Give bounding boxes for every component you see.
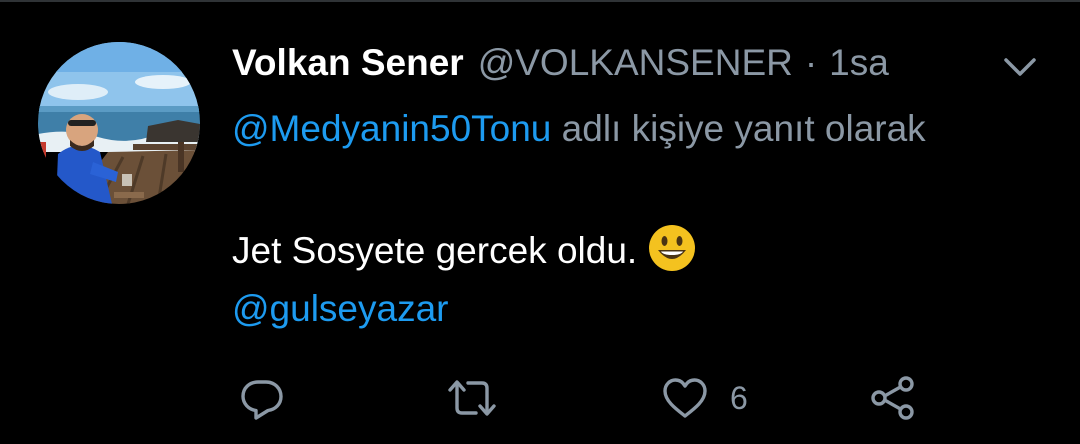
reply-mention-link[interactable]: @Medyanin50Tonu (232, 108, 551, 149)
tweet-body: Jet Sosyete gercek oldu. (232, 230, 638, 271)
reply-context-text: adlı kişiye yanıt olarak (561, 108, 926, 149)
separator-dot: · (804, 42, 818, 83)
tweet-text: Jet Sosyete gercek oldu. @gulseyazar (232, 222, 1032, 338)
reply-context: @Medyanin50Tonu adlı kişiye yanıt olarak (232, 100, 992, 158)
top-divider (0, 0, 1080, 2)
retweet-button[interactable] (446, 370, 498, 426)
reply-button[interactable] (238, 370, 286, 426)
avatar[interactable] (38, 42, 200, 204)
avatar-photo (38, 42, 200, 204)
mention-link[interactable]: @gulseyazar (232, 288, 449, 329)
like-button[interactable]: 6 (660, 370, 748, 426)
action-bar: 6 (0, 370, 1080, 426)
author-handle[interactable]: @VOLKANSENER (478, 42, 793, 84)
chevron-down-icon[interactable] (1000, 50, 1040, 82)
grinning-face-emoji (647, 223, 697, 273)
like-icon (663, 378, 707, 418)
timestamp[interactable]: 1sa (829, 42, 889, 84)
tweet-header: Volkan Sener @VOLKANSENER · 1sa (232, 38, 889, 88)
author-name[interactable]: Volkan Sener (232, 42, 464, 84)
like-count: 6 (730, 379, 748, 416)
retweet-icon (448, 380, 496, 416)
share-icon (871, 376, 914, 420)
share-button[interactable] (868, 370, 918, 426)
reply-icon (241, 380, 283, 420)
